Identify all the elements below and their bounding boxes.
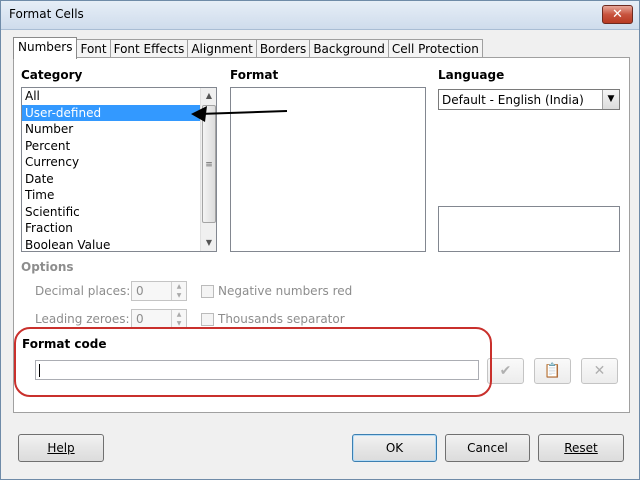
reset-button-label: Reset <box>564 441 598 455</box>
ok-button[interactable]: OK <box>352 434 437 462</box>
reset-button[interactable]: Reset <box>538 434 624 462</box>
ok-button-label: OK <box>385 441 404 455</box>
format-cells-dialog: Format Cells ✕ Numbers Font Font Effects… <box>0 0 640 480</box>
help-button[interactable]: Help <box>18 434 104 462</box>
help-button-label: Help <box>47 441 75 455</box>
tab-numbers[interactable]: Numbers <box>13 37 78 59</box>
cancel-button-label: Cancel <box>467 441 508 455</box>
cancel-button[interactable]: Cancel <box>445 434 530 462</box>
arrow-annotation <box>191 106 288 122</box>
